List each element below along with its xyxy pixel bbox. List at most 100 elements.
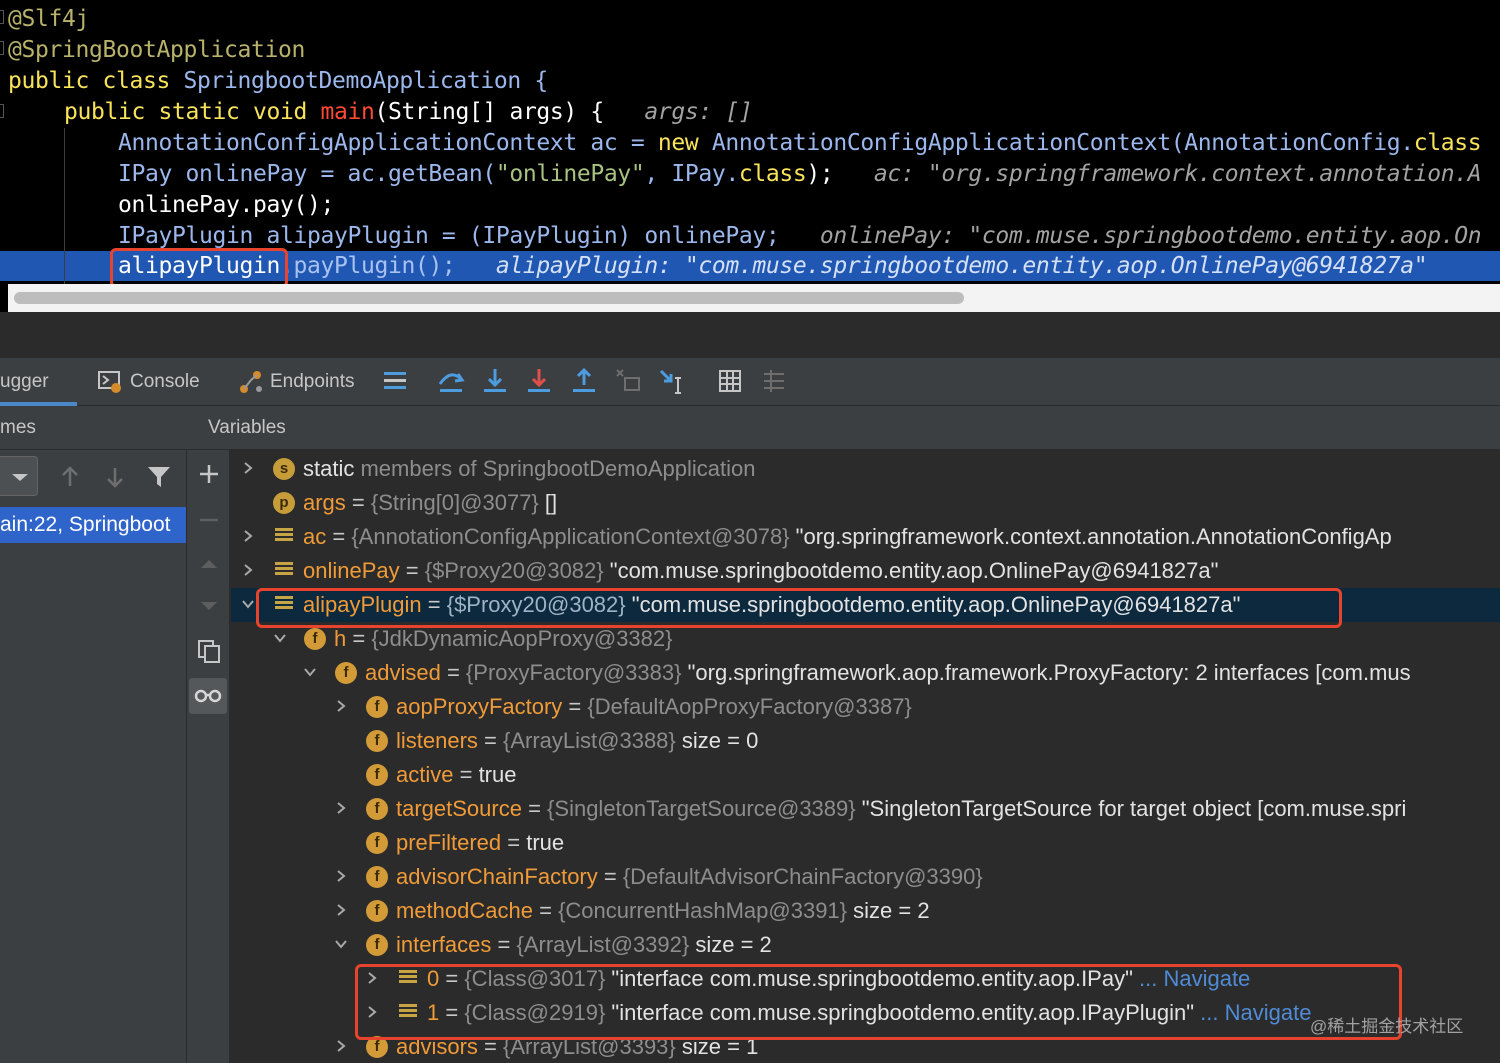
chevron-right-icon[interactable] <box>334 1039 348 1053</box>
variable-row[interactable]: f advisorChainFactory = {DefaultAdvisorC… <box>231 860 1500 894</box>
toggle-watches-button[interactable] <box>189 678 227 714</box>
chevron-right-icon[interactable] <box>241 461 255 475</box>
drop-frame-icon[interactable] <box>613 366 643 396</box>
inline-value-hint: alipayPlugin: "com.muse.springbootdemo.e… <box>455 253 1428 279</box>
variable-value: "com.muse.springbootdemo.entity.aop.Onli… <box>625 592 1241 617</box>
code-token: @Slf4j <box>8 6 89 32</box>
variable-type: {Class@2919} <box>464 1000 606 1025</box>
evaluate-expression-icon[interactable] <box>715 366 745 396</box>
chevron-down-icon[interactable] <box>241 597 255 611</box>
field-icon: f <box>335 662 357 684</box>
variables-title: Variables <box>208 417 286 438</box>
variable-value: size = 2 <box>847 898 930 923</box>
variable-row[interactable]: f preFiltered = true <box>231 826 1500 860</box>
equals-sign: = <box>453 762 479 787</box>
chevron-right-icon[interactable] <box>334 903 348 917</box>
arrow-down-icon[interactable] <box>103 464 127 490</box>
fold-marker[interactable] <box>0 10 4 24</box>
filter-icon[interactable] <box>146 464 172 490</box>
chevron-right-icon[interactable] <box>334 801 348 815</box>
run-to-cursor-icon[interactable] <box>658 366 688 396</box>
variable-value: "interface com.muse.springbootdemo.entit… <box>605 1000 1195 1025</box>
variable-name: advisorChainFactory <box>396 864 598 889</box>
variable-row[interactable]: 0 = {Class@3017} "interface com.muse.spr… <box>231 962 1500 996</box>
chevron-down-icon[interactable] <box>334 937 348 951</box>
variables-tree[interactable]: s static members of SpringbootDemoApplic… <box>231 450 1500 1063</box>
variable-row[interactable]: f h = {JdkDynamicAopProxy@3382} <box>231 622 1500 656</box>
chevron-down-icon[interactable] <box>273 631 287 645</box>
variable-row[interactable]: p args = {String[0]@3077} [] <box>231 486 1500 520</box>
move-up-icon[interactable] <box>197 552 221 576</box>
tab-endpoints[interactable]: Endpoints <box>238 368 355 396</box>
variable-value: size = 1 <box>675 1034 759 1059</box>
variable-row[interactable]: f listeners = {ArrayList@3388} size = 0 <box>231 724 1500 758</box>
move-down-icon[interactable] <box>197 594 221 618</box>
show-execution-point-icon[interactable] <box>380 366 410 396</box>
tab-debugger[interactable]: ugger <box>0 368 49 396</box>
code-line-4: public static void main(String[] args) {… <box>64 97 753 128</box>
code-line-1: @Slf4j <box>8 4 89 35</box>
code-token: main <box>320 99 375 125</box>
stack-frame-selected[interactable]: ain:22, Springboot <box>0 507 186 543</box>
variables-side-toolbar <box>186 446 230 1063</box>
trace-stream-icon[interactable] <box>759 366 789 396</box>
variable-row[interactable]: f targetSource = {SingletonTargetSource@… <box>231 792 1500 826</box>
inline-value-hint: args: [] <box>603 99 753 125</box>
equals-sign: = <box>501 830 527 855</box>
variable-type: {$Proxy20@3082} <box>424 558 604 583</box>
variable-type: {ArrayList@3392} <box>516 932 690 957</box>
variable-row[interactable]: f active = true <box>231 758 1500 792</box>
chevron-right-icon[interactable] <box>365 971 379 985</box>
fold-marker[interactable] <box>0 104 4 118</box>
copy-icon[interactable] <box>196 638 222 664</box>
editor-scroll-thumb[interactable] <box>14 292 964 304</box>
glasses-icon <box>194 689 222 703</box>
step-into-icon[interactable] <box>480 366 510 396</box>
code-token: "onlinePay" <box>495 161 645 187</box>
fold-marker[interactable] <box>0 41 4 55</box>
variable-type: members of SpringbootDemoApplication <box>354 456 756 481</box>
variable-type: {DefaultAopProxyFactory@3387} <box>587 694 912 719</box>
variable-value: true <box>526 830 565 855</box>
code-token: public <box>8 68 89 94</box>
step-out-icon[interactable] <box>569 366 599 396</box>
inline-value-hint: ac: "org.springframework.context.annotat… <box>833 161 1482 187</box>
tab-console[interactable]: Console <box>98 368 200 396</box>
code-token: (String[] args) { <box>374 99 604 125</box>
force-step-into-icon[interactable] <box>524 366 554 396</box>
variable-row[interactable]: f methodCache = {ConcurrentHashMap@3391}… <box>231 894 1500 928</box>
chevron-right-icon[interactable] <box>241 563 255 577</box>
arrow-up-icon[interactable] <box>58 464 82 490</box>
chevron-right-icon[interactable] <box>334 699 348 713</box>
chevron-down-icon[interactable] <box>303 665 317 679</box>
code-token: onlinePay.pay(); <box>118 192 334 218</box>
variable-row[interactable]: f interfaces = {ArrayList@3392} size = 2 <box>231 928 1500 962</box>
tab-console-label: Console <box>130 371 200 392</box>
variable-row[interactable]: f advised = {ProxyFactory@3383} "org.spr… <box>231 656 1500 690</box>
step-over-icon[interactable] <box>436 366 466 396</box>
variable-row[interactable]: s static members of SpringbootDemoApplic… <box>231 452 1500 486</box>
variable-row[interactable]: f aopProxyFactory = {DefaultAopProxyFact… <box>231 690 1500 724</box>
code-token: static <box>158 99 240 125</box>
code-token: public <box>64 99 145 125</box>
code-editor[interactable]: @Slf4j @SpringBootApplication public cla… <box>0 0 1500 312</box>
variable-row[interactable]: onlinePay = {$Proxy20@3082} "com.muse.sp… <box>231 554 1500 588</box>
chevron-right-icon[interactable] <box>365 1005 379 1019</box>
chevron-right-icon[interactable] <box>241 529 255 543</box>
chevron-right-icon[interactable] <box>334 869 348 883</box>
tab-endpoints-label: Endpoints <box>270 371 355 392</box>
variable-value: "org.springframework.aop.framework.Proxy… <box>681 660 1411 685</box>
variable-type: {AnnotationConfigApplicationContext@3078… <box>351 524 790 549</box>
variable-row[interactable]: ac = {AnnotationConfigApplicationContext… <box>231 520 1500 554</box>
remove-watch-icon[interactable] <box>197 508 221 532</box>
field-icon: f <box>366 1036 388 1058</box>
variable-row-selected[interactable]: alipayPlugin = {$Proxy20@3082} "com.muse… <box>231 588 1500 622</box>
variable-name: targetSource <box>396 796 522 821</box>
field-icon: f <box>366 866 388 888</box>
navigate-link[interactable]: ... Navigate <box>1133 966 1250 991</box>
thread-selector-dropdown[interactable] <box>0 456 38 496</box>
add-watch-icon[interactable] <box>197 462 221 486</box>
navigate-link[interactable]: ... Navigate <box>1194 1000 1311 1025</box>
variable-type: {DefaultAdvisorChainFactory@3390} <box>622 864 983 889</box>
